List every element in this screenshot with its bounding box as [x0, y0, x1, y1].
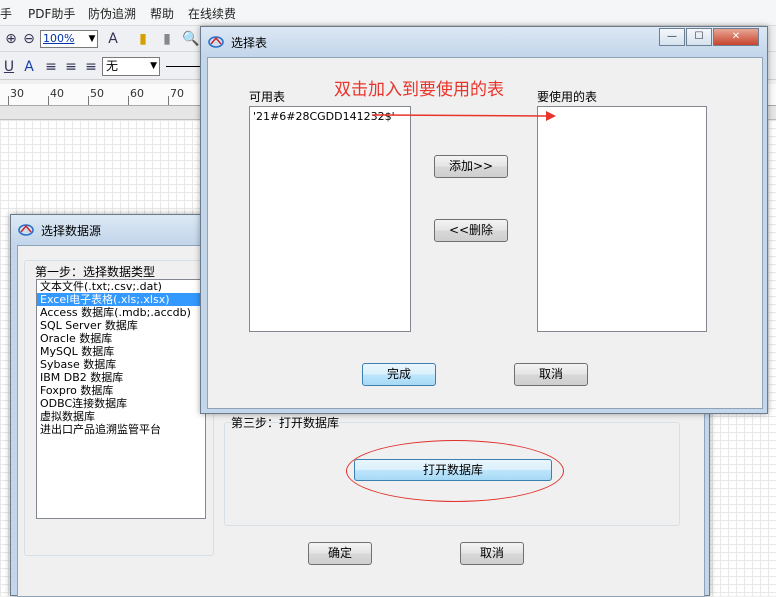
- datasource-type-item[interactable]: Oracle 数据库: [37, 332, 205, 345]
- used-tables-label: 要使用的表: [537, 90, 598, 104]
- font-color-icon[interactable]: A: [20, 58, 38, 76]
- zoom-out-icon[interactable]: ⊖: [20, 30, 38, 48]
- ruler-label: 50: [90, 87, 104, 100]
- datasource-type-item[interactable]: 虚拟数据库: [37, 410, 205, 423]
- maximize-icon[interactable]: ☐: [686, 28, 712, 46]
- ruler-tick: [168, 96, 169, 105]
- ruler-label: 60: [130, 87, 144, 100]
- done-button[interactable]: 完成: [362, 363, 436, 386]
- annotation-text: 双击加入到要使用的表: [334, 80, 504, 100]
- ruler-tick: [88, 96, 89, 105]
- remove-table-button[interactable]: <<删除: [434, 219, 508, 242]
- menu-bar: 手 PDF助手 防伪追溯 帮助 在线续费: [0, 0, 776, 26]
- close-icon[interactable]: ✕: [713, 28, 759, 46]
- ruler-tick: [128, 96, 129, 105]
- ruler-tick: [48, 96, 49, 105]
- used-tables-list[interactable]: [537, 106, 707, 332]
- minimize-icon[interactable]: —: [659, 28, 685, 46]
- font-select-value: 无: [106, 59, 119, 73]
- datasource-type-item[interactable]: 进出口产品追溯监管平台: [37, 423, 205, 436]
- available-tables-label: 可用表: [249, 90, 286, 104]
- chevron-down-icon[interactable]: ▼: [86, 30, 98, 48]
- database-gray-icon[interactable]: ▮: [158, 30, 176, 48]
- datasource-title: 选择数据源: [41, 224, 102, 238]
- highlight-ellipse: [346, 440, 564, 502]
- select-table-titlebar[interactable]: 选择表 — ☐ ✕: [201, 27, 767, 57]
- datasource-cancel-button[interactable]: 取消: [460, 542, 524, 565]
- select-table-title: 选择表: [231, 36, 268, 50]
- add-table-button[interactable]: 添加>>: [434, 155, 508, 178]
- menu-item-renew[interactable]: 在线续费: [188, 5, 236, 22]
- ruler-label: 40: [50, 87, 64, 100]
- datasource-type-item[interactable]: Foxpro 数据库: [37, 384, 205, 397]
- menu-item-tools[interactable]: 手: [0, 5, 12, 22]
- datasource-type-item[interactable]: Access 数据库(.mdb;.accdb): [37, 306, 205, 319]
- app-logo-icon: [208, 36, 224, 48]
- annotation-arrow-icon: [371, 111, 556, 121]
- align-right-icon[interactable]: ≡: [82, 58, 100, 76]
- datasource-type-item[interactable]: ODBC连接数据库: [37, 397, 205, 410]
- app-logo-icon: [18, 224, 34, 236]
- available-tables-list[interactable]: '21#6#28CGDD141232$': [249, 106, 411, 332]
- datasource-type-item[interactable]: SQL Server 数据库: [37, 319, 205, 332]
- menu-item-help[interactable]: 帮助: [150, 5, 174, 22]
- font-select[interactable]: 无 ▼: [102, 57, 160, 76]
- datasource-type-item[interactable]: Excel电子表格(.xls;.xlsx): [37, 293, 205, 306]
- menu-item-anticounterfeit[interactable]: 防伪追溯: [88, 5, 136, 22]
- search-icon[interactable]: 🔍: [182, 30, 200, 48]
- underline-icon[interactable]: U: [0, 58, 18, 76]
- zoom-in-icon[interactable]: ⊕: [2, 30, 20, 48]
- datasource-ok-button[interactable]: 确定: [308, 542, 372, 565]
- ruler-tick: [8, 96, 9, 105]
- datasource-type-items: 文本文件(.txt;.csv;.dat) Excel电子表格(.xls;.xlsx…: [37, 280, 205, 436]
- select-table-cancel-button[interactable]: 取消: [514, 363, 588, 386]
- datasource-type-item[interactable]: 文本文件(.txt;.csv;.dat): [37, 280, 205, 293]
- align-left-icon[interactable]: ≡: [42, 58, 60, 76]
- text-rotate-icon[interactable]: A: [104, 30, 122, 48]
- datasource-type-item[interactable]: MySQL 数据库: [37, 345, 205, 358]
- step3-label: 第三步：打开数据库: [231, 416, 340, 430]
- ruler-label: 30: [10, 87, 24, 100]
- menu-item-pdf[interactable]: PDF助手: [28, 5, 75, 22]
- database-icon[interactable]: ▮: [134, 30, 152, 48]
- ruler-label: 70: [170, 87, 184, 100]
- step1-label: 第一步：选择数据类型: [35, 265, 156, 279]
- chevron-down-icon: ▼: [150, 61, 157, 71]
- datasource-type-item[interactable]: IBM DB2 数据库: [37, 371, 205, 384]
- line-style-preview[interactable]: [166, 66, 202, 67]
- align-center-icon[interactable]: ≡: [62, 58, 80, 76]
- datasource-type-list[interactable]: 文本文件(.txt;.csv;.dat) Excel电子表格(.xls;.xlsx…: [36, 279, 206, 519]
- datasource-type-item[interactable]: Sybase 数据库: [37, 358, 205, 371]
